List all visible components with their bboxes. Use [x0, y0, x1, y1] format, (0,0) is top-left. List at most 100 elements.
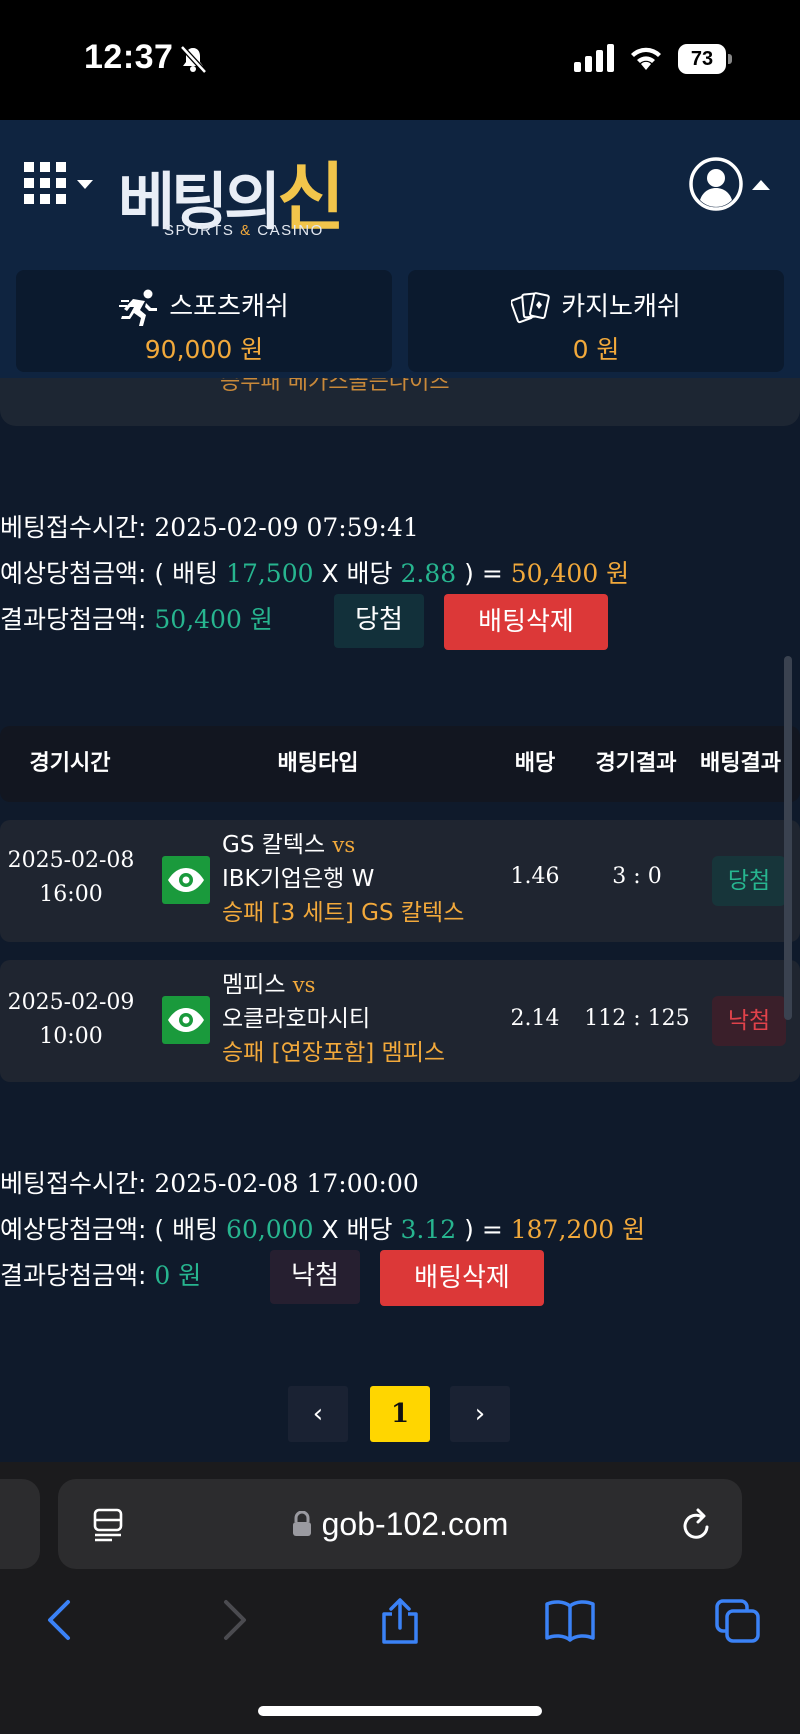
bet-table-header: 경기시간 배팅타입 배당 경기결과 배팅결과 — [0, 726, 800, 802]
pagination-page-current[interactable]: 1 — [370, 1386, 430, 1442]
row2-result-badge: 낙첨 — [712, 996, 786, 1046]
row2-pick: 승패 [연장포함] 멤피스 — [222, 1040, 446, 1066]
row2-odds: 2.14 — [510, 1006, 560, 1031]
eye-icon — [168, 1008, 204, 1032]
home-indicator — [258, 1706, 542, 1716]
bet2-payout: 187,200 원 — [510, 1215, 646, 1244]
apps-grid-icon[interactable] — [24, 162, 66, 204]
bet1-odds: 2.88 — [400, 559, 457, 588]
bet1-result-label: 결과당첨금액: — [0, 605, 147, 634]
reload-icon[interactable] — [680, 1507, 714, 1543]
battery-indicator: 73 — [678, 44, 732, 74]
row1-time: 16:00 — [39, 882, 103, 907]
row1-home-team: GS 칼텍스 — [222, 832, 326, 858]
casino-cash-label: 카지노캐쉬 — [561, 292, 681, 322]
address-text: gob-102.com — [58, 1479, 742, 1569]
row2-time: 10:00 — [39, 1024, 103, 1049]
chevron-up-icon[interactable] — [752, 180, 770, 190]
row2-view-button[interactable] — [162, 996, 210, 1044]
url-text: gob-102.com — [321, 1506, 509, 1542]
row2-home-line: 멤피스 vs — [222, 968, 445, 1002]
pagination-prev-button[interactable]: ‹ — [288, 1386, 348, 1442]
bet1-stake: 17,500 — [226, 559, 314, 588]
share-icon[interactable] — [378, 1598, 422, 1646]
row1-pick: 승패 [3 세트] GS 칼텍스 — [222, 900, 465, 926]
col-game-result: 경기결과 — [595, 751, 677, 776]
bet2-delete-button[interactable]: 배팅삭제 — [380, 1250, 544, 1306]
col-game-time: 경기시간 — [29, 751, 111, 776]
reader-mode-icon[interactable] — [92, 1508, 124, 1542]
row1-away-team: IBK기업은행 W — [222, 866, 375, 892]
table-row: 2025-02-09 10:00 멤피스 vs 오클라호마시티 승패 [연장포함… — [0, 960, 800, 1082]
bet1-expected-payout: 예상당첨금액: ( 배팅 17,500 X 배당 2.88 ) = 50,400… — [0, 554, 629, 590]
bet2-time-label: 베팅접수시간: — [0, 1169, 147, 1198]
cards-icon — [510, 291, 550, 323]
bet2-stake: 60,000 — [226, 1215, 314, 1244]
casino-cash-value: 0 원 — [572, 335, 620, 364]
row2-score: 112 : 125 — [584, 1006, 690, 1031]
chevron-down-icon[interactable] — [77, 180, 93, 189]
bell-muted-icon — [180, 45, 207, 74]
bet2-expected-payout: 예상당첨금액: ( 배팅 60,000 X 배당 3.12 ) = 187,20… — [0, 1210, 645, 1246]
bet2-odds: 3.12 — [400, 1215, 457, 1244]
sports-cash-title: 스포츠캐쉬 — [16, 286, 392, 327]
row1-odds: 1.46 — [510, 864, 560, 889]
page-scrollbar[interactable] — [784, 656, 792, 1020]
bet1-mult: X 배당 — [321, 559, 393, 588]
runner-icon — [119, 289, 158, 326]
bet1-expect-label: 예상당첨금액: — [0, 559, 147, 588]
logo-sub-a: SPORTS — [164, 222, 241, 239]
row1-home-line: GS 칼텍스 vs — [222, 828, 464, 862]
bet2-result-value: 0 원 — [154, 1261, 202, 1290]
bet2-mult: X 배당 — [321, 1215, 393, 1244]
casino-cash-title: 카지노캐쉬 — [408, 286, 784, 327]
bet1-payout: 50,400 원 — [510, 559, 630, 588]
row1-match-info: GS 칼텍스 vs IBK기업은행 W 승패 [3 세트] GS 칼텍스 — [222, 828, 464, 930]
row1-view-button[interactable] — [162, 856, 210, 904]
bet1-open: ( 배팅 — [154, 559, 219, 588]
ios-status-bar: 12:37 73 — [0, 0, 800, 120]
row2-date: 2025-02-09 — [7, 990, 135, 1015]
logo-subtitle: SPORTS & CASINO — [164, 222, 324, 239]
back-icon[interactable] — [44, 1598, 76, 1642]
user-avatar-icon[interactable] — [688, 156, 744, 212]
site-logo[interactable]: 베팅의신 SPORTS & CASINO — [118, 138, 398, 248]
col-bet-type: 배팅타입 — [277, 751, 359, 776]
bet2-time-value: 2025-02-08 17:00:00 — [154, 1169, 419, 1198]
bet2-close: ) = — [464, 1215, 503, 1244]
bet1-delete-button[interactable]: 배팅삭제 — [444, 594, 608, 650]
sports-cash-card[interactable]: 스포츠캐쉬 90,000 원 — [16, 270, 392, 372]
previous-tab-peek[interactable] — [0, 1479, 40, 1569]
row1-date: 2025-02-08 — [7, 848, 135, 873]
tabs-icon[interactable] — [714, 1598, 762, 1644]
pagination-next-button[interactable]: › — [450, 1386, 510, 1442]
bet1-time-label: 베팅접수시간: — [0, 513, 147, 542]
bet2-result-label: 결과당첨금액: — [0, 1261, 147, 1290]
bookmarks-icon[interactable] — [544, 1598, 596, 1642]
bet2-result-payout: 결과당첨금액: 0 원 — [0, 1256, 201, 1292]
col-odds: 배당 — [514, 751, 556, 776]
status-time: 12:37 — [84, 38, 174, 76]
table-row: 2025-02-08 16:00 GS 칼텍스 vs IBK기업은행 W 승패 … — [0, 820, 800, 942]
bet1-status-badge: 당첨 — [334, 594, 424, 648]
battery-tip — [728, 54, 732, 64]
casino-cash-card[interactable]: 카지노캐쉬 0 원 — [408, 270, 784, 372]
row1-score: 3 : 0 — [612, 864, 662, 889]
bet2-status-badge: 낙첨 — [270, 1250, 360, 1304]
address-bar[interactable]: gob-102.com — [58, 1479, 742, 1569]
row1-vs: vs — [332, 833, 356, 857]
bet1-close: ) = — [464, 559, 503, 588]
forward-icon[interactable] — [218, 1598, 250, 1642]
lock-icon — [292, 1510, 311, 1536]
wifi-icon — [631, 47, 661, 70]
bet1-result-value: 50,400 원 — [154, 605, 273, 634]
previous-bet-card: 승무패 베가스골든나이츠 — [0, 378, 800, 426]
previous-bet-pick: 승무패 베가스골든나이츠 — [220, 378, 450, 395]
sports-cash-value: 90,000 원 — [144, 335, 264, 364]
battery-level: 73 — [678, 44, 726, 74]
bet1-time-value: 2025-02-09 07:59:41 — [154, 513, 419, 542]
row2-away-team: 오클라호마시티 — [222, 1006, 371, 1032]
row1-result-badge: 당첨 — [712, 856, 786, 906]
eye-icon — [168, 868, 204, 892]
logo-sub-b: CASINO — [251, 222, 324, 239]
